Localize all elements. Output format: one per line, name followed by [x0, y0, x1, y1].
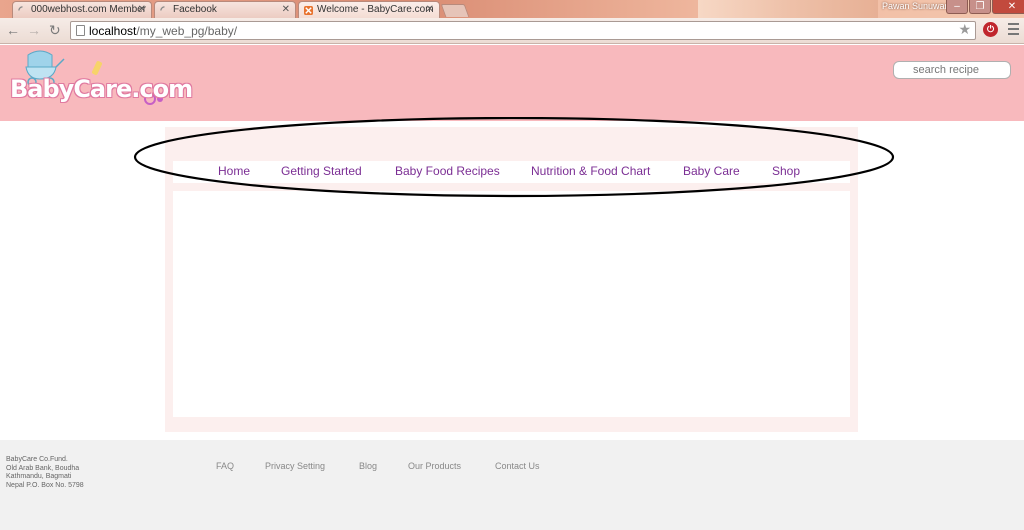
logo-text: BabyCare.com [10, 75, 193, 103]
close-tab-icon[interactable]: ✕ [138, 2, 146, 18]
url-text[interactable]: localhost/my_web_pg/baby/ [89, 23, 237, 39]
search-input[interactable] [893, 61, 1011, 79]
address-line: Old Arab Bank, Boudha [6, 464, 80, 472]
url-host: localhost [89, 24, 137, 38]
footer-link-contact-us[interactable]: Contact Us [495, 461, 540, 471]
address-line: Nepal P.O. Box No. 5798 [6, 481, 84, 489]
browser-tab-bar: 000webhost.com Member ✕ Facebook ✕ Welco… [0, 0, 1024, 18]
footer-link-faq[interactable]: FAQ [216, 461, 234, 471]
site-header: BabyCare.com [0, 45, 1024, 121]
theme-background-image [698, 0, 878, 18]
company-address: BabyCare Co.Fund. Old Arab Bank, Boudha … [6, 456, 84, 490]
loading-icon [18, 6, 23, 11]
main-nav: Home Getting Started Baby Food Recipes N… [173, 161, 850, 183]
close-tab-icon[interactable]: ✕ [282, 2, 290, 18]
footer-link-our-products[interactable]: Our Products [408, 461, 461, 471]
close-tab-icon[interactable]: ✕ [426, 2, 434, 18]
close-window-button[interactable]: ✕ [992, 0, 1024, 14]
page-icon [76, 25, 85, 36]
nav-baby-care[interactable]: Baby Care [683, 164, 740, 178]
nav-baby-food-recipes[interactable]: Baby Food Recipes [395, 164, 500, 178]
new-tab-button[interactable] [440, 4, 470, 17]
loading-icon [160, 6, 165, 11]
site-footer: BabyCare Co.Fund. Old Arab Bank, Boudha … [0, 440, 1024, 530]
tab-title: Welcome - BabyCare.com [317, 4, 434, 15]
forward-arrow-icon[interactable]: → [27, 23, 41, 37]
address-line: BabyCare Co.Fund. [6, 456, 68, 463]
menu-icon[interactable] [1008, 23, 1019, 38]
maximize-button[interactable]: ❐ [969, 0, 991, 14]
nav-nutrition-food-chart[interactable]: Nutrition & Food Chart [531, 164, 650, 178]
bookmark-star-icon[interactable]: ★ [958, 21, 971, 38]
footer-link-privacy-setting[interactable]: Privacy Setting [265, 461, 325, 471]
back-arrow-icon[interactable]: ← [6, 23, 20, 37]
tab-title: Facebook [173, 4, 217, 15]
minimize-button[interactable]: – [946, 0, 968, 14]
tab-babycare[interactable]: Welcome - BabyCare.com ✕ [298, 1, 440, 18]
content-area [173, 191, 850, 417]
nav-shop[interactable]: Shop [772, 164, 800, 178]
url-path: /my_web_pg/baby/ [136, 24, 238, 38]
babycare-logo[interactable]: BabyCare.com [10, 49, 193, 111]
browser-toolbar: ← → ↻ localhost/my_web_pg/baby/ ★ ⏻ [0, 18, 1024, 44]
tab-facebook[interactable]: Facebook ✕ [154, 1, 296, 18]
nav-getting-started[interactable]: Getting Started [281, 164, 362, 178]
reload-icon[interactable]: ↻ [49, 23, 61, 37]
main-container: Home Getting Started Baby Food Recipes N… [165, 127, 858, 432]
address-line: Kathmandu, Bagmati [6, 473, 72, 480]
babycare-favicon-icon [304, 6, 313, 15]
tab-title: 000webhost.com Member [31, 4, 147, 15]
tab-000webhost[interactable]: 000webhost.com Member ✕ [12, 1, 152, 18]
profile-name[interactable]: Pawan Sunuwar [882, 1, 948, 11]
address-bar[interactable]: localhost/my_web_pg/baby/ ★ [70, 21, 976, 40]
footer-link-blog[interactable]: Blog [359, 461, 377, 471]
nav-home[interactable]: Home [218, 164, 250, 178]
extension-icon[interactable]: ⏻ [983, 22, 998, 37]
